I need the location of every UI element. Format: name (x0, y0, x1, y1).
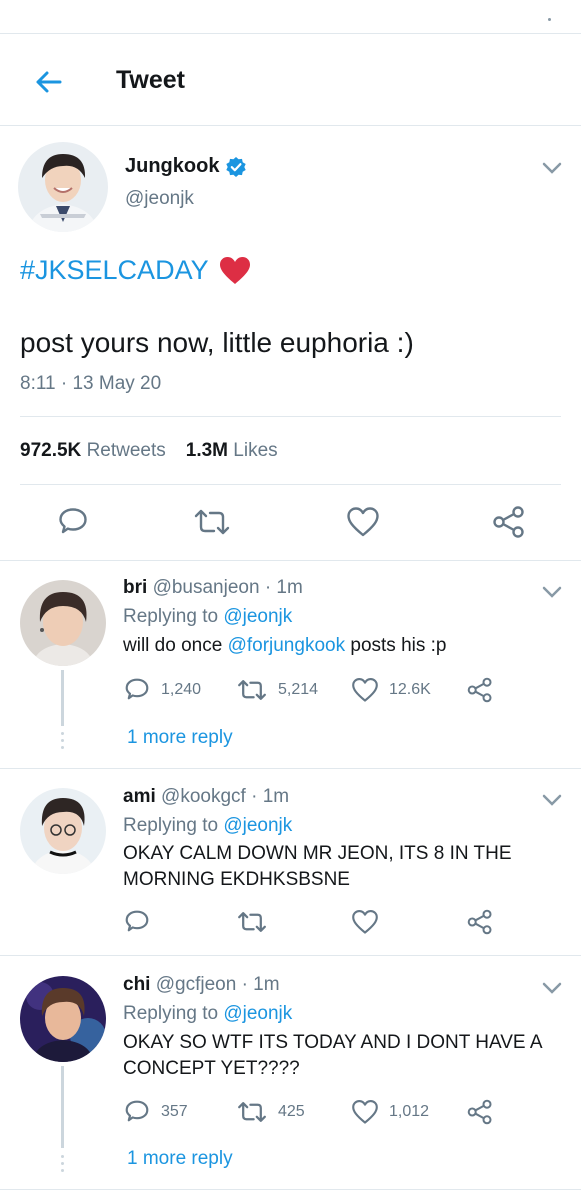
tweet-hashtag-row: #JKSELCADAY (20, 255, 251, 286)
like-icon (347, 507, 379, 537)
more-replies-link[interactable]: 1 more reply (127, 727, 233, 749)
like-button[interactable]: 1,012 (351, 1099, 466, 1125)
stats-divider-bottom (20, 484, 561, 485)
main-tweet-divider (0, 560, 581, 561)
reply-header: chi @gcfjeon · 1m (123, 974, 280, 995)
reply-icon (125, 1100, 149, 1122)
like-button[interactable]: 12.6K (351, 677, 466, 703)
thread-dots (61, 732, 64, 753)
replying-to: Replying to @jeonjk (123, 606, 293, 627)
chevron-down-icon (542, 982, 562, 994)
reply-header: ami @kookgcf · 1m (123, 786, 290, 807)
likes-stat[interactable]: 1.3M Likes (186, 440, 278, 462)
retweet-button[interactable] (236, 908, 351, 936)
tweet-options-button[interactable] (541, 161, 563, 180)
reply-actions (123, 908, 503, 936)
chevron-down-icon (542, 162, 562, 174)
hashtag-link[interactable]: #JKSELCADAY (20, 255, 209, 286)
share-button[interactable] (466, 1098, 494, 1126)
like-icon (352, 1099, 378, 1124)
back-button[interactable] (28, 62, 68, 102)
tweet-stats: 972.5K Retweets 1.3M Likes (20, 440, 278, 462)
retweet-icon (238, 1102, 266, 1122)
reply-actions: 357 425 1,012 (123, 1098, 503, 1126)
like-icon (352, 909, 378, 934)
header-divider (0, 125, 581, 126)
tweet-timestamp: 8:11 · 13 May 20 (20, 373, 162, 394)
share-button[interactable] (489, 502, 529, 542)
retweet-icon (194, 509, 230, 535)
reply-button[interactable]: 1,240 (123, 676, 236, 704)
reply-avatar[interactable] (20, 976, 106, 1062)
share-icon (467, 909, 492, 935)
reply-options-button[interactable] (541, 585, 563, 604)
reply-options-button[interactable] (541, 981, 563, 1000)
status-indicator-dot (548, 18, 551, 21)
page-title: Tweet (116, 66, 185, 94)
share-icon (493, 506, 524, 538)
back-arrow-icon (36, 71, 62, 93)
share-button[interactable] (466, 908, 494, 936)
retweet-icon (238, 912, 266, 932)
verified-badge-icon (226, 156, 247, 177)
thread-line (61, 670, 64, 726)
retweets-stat[interactable]: 972.5K Retweets (20, 440, 166, 462)
mention-link[interactable]: @jeonjk (223, 606, 292, 627)
thread-dots (61, 1155, 64, 1176)
reply-text: will do once @forjungkook posts his :p (123, 635, 447, 656)
retweet-button[interactable]: 425 (236, 1098, 351, 1126)
like-icon (352, 677, 378, 702)
mention-link[interactable]: @forjungkook (228, 635, 346, 656)
reply-header: bri @busanjeon · 1m (123, 577, 303, 598)
tweet-text: post yours now, little euphoria :) (20, 327, 414, 358)
reply-actions: 1,240 5,214 12.6K (123, 676, 503, 704)
reply-divider (0, 955, 581, 956)
author-avatar[interactable] (18, 142, 108, 232)
retweet-button[interactable] (192, 502, 232, 542)
author-name-row: Jungkook (125, 155, 247, 178)
like-button[interactable] (343, 502, 383, 542)
reply-button[interactable] (53, 502, 93, 542)
reply-text: OKAY SO WTF ITS TODAY AND I DONT HAVE A … (123, 1032, 542, 1079)
mention-link[interactable]: @jeonjk (223, 815, 292, 836)
reply-icon (125, 910, 149, 932)
reply-icon (125, 678, 149, 700)
reply-icon (59, 508, 87, 534)
replying-to: Replying to @jeonjk (123, 1003, 293, 1024)
author-name[interactable]: Jungkook (125, 155, 219, 178)
retweet-button[interactable]: 5,214 (236, 676, 351, 704)
reply-text: OKAY CALM DOWN MR JEON, ITS 8 IN THE MOR… (123, 843, 512, 890)
red-heart-emoji-icon (219, 256, 250, 284)
chevron-down-icon (542, 586, 562, 598)
reply-divider (0, 1189, 581, 1190)
mention-link[interactable]: @jeonjk (223, 1003, 292, 1024)
like-button[interactable] (351, 909, 466, 935)
share-icon (467, 677, 492, 703)
more-replies-link[interactable]: 1 more reply (127, 1148, 233, 1170)
share-button[interactable] (466, 676, 494, 704)
reply-button[interactable] (123, 908, 236, 936)
reply-avatar[interactable] (20, 580, 106, 666)
thread-line (61, 1066, 64, 1148)
reply-divider (0, 768, 581, 769)
reply-avatar[interactable] (20, 788, 106, 874)
stats-divider-top (20, 416, 561, 417)
author-handle[interactable]: @jeonjk (125, 188, 194, 210)
share-icon (467, 1099, 492, 1125)
reply-button[interactable]: 357 (123, 1098, 236, 1126)
retweet-icon (238, 680, 266, 700)
status-bar-divider (0, 33, 581, 34)
reply-options-button[interactable] (541, 793, 563, 812)
chevron-down-icon (542, 794, 562, 806)
replying-to: Replying to @jeonjk (123, 815, 293, 836)
